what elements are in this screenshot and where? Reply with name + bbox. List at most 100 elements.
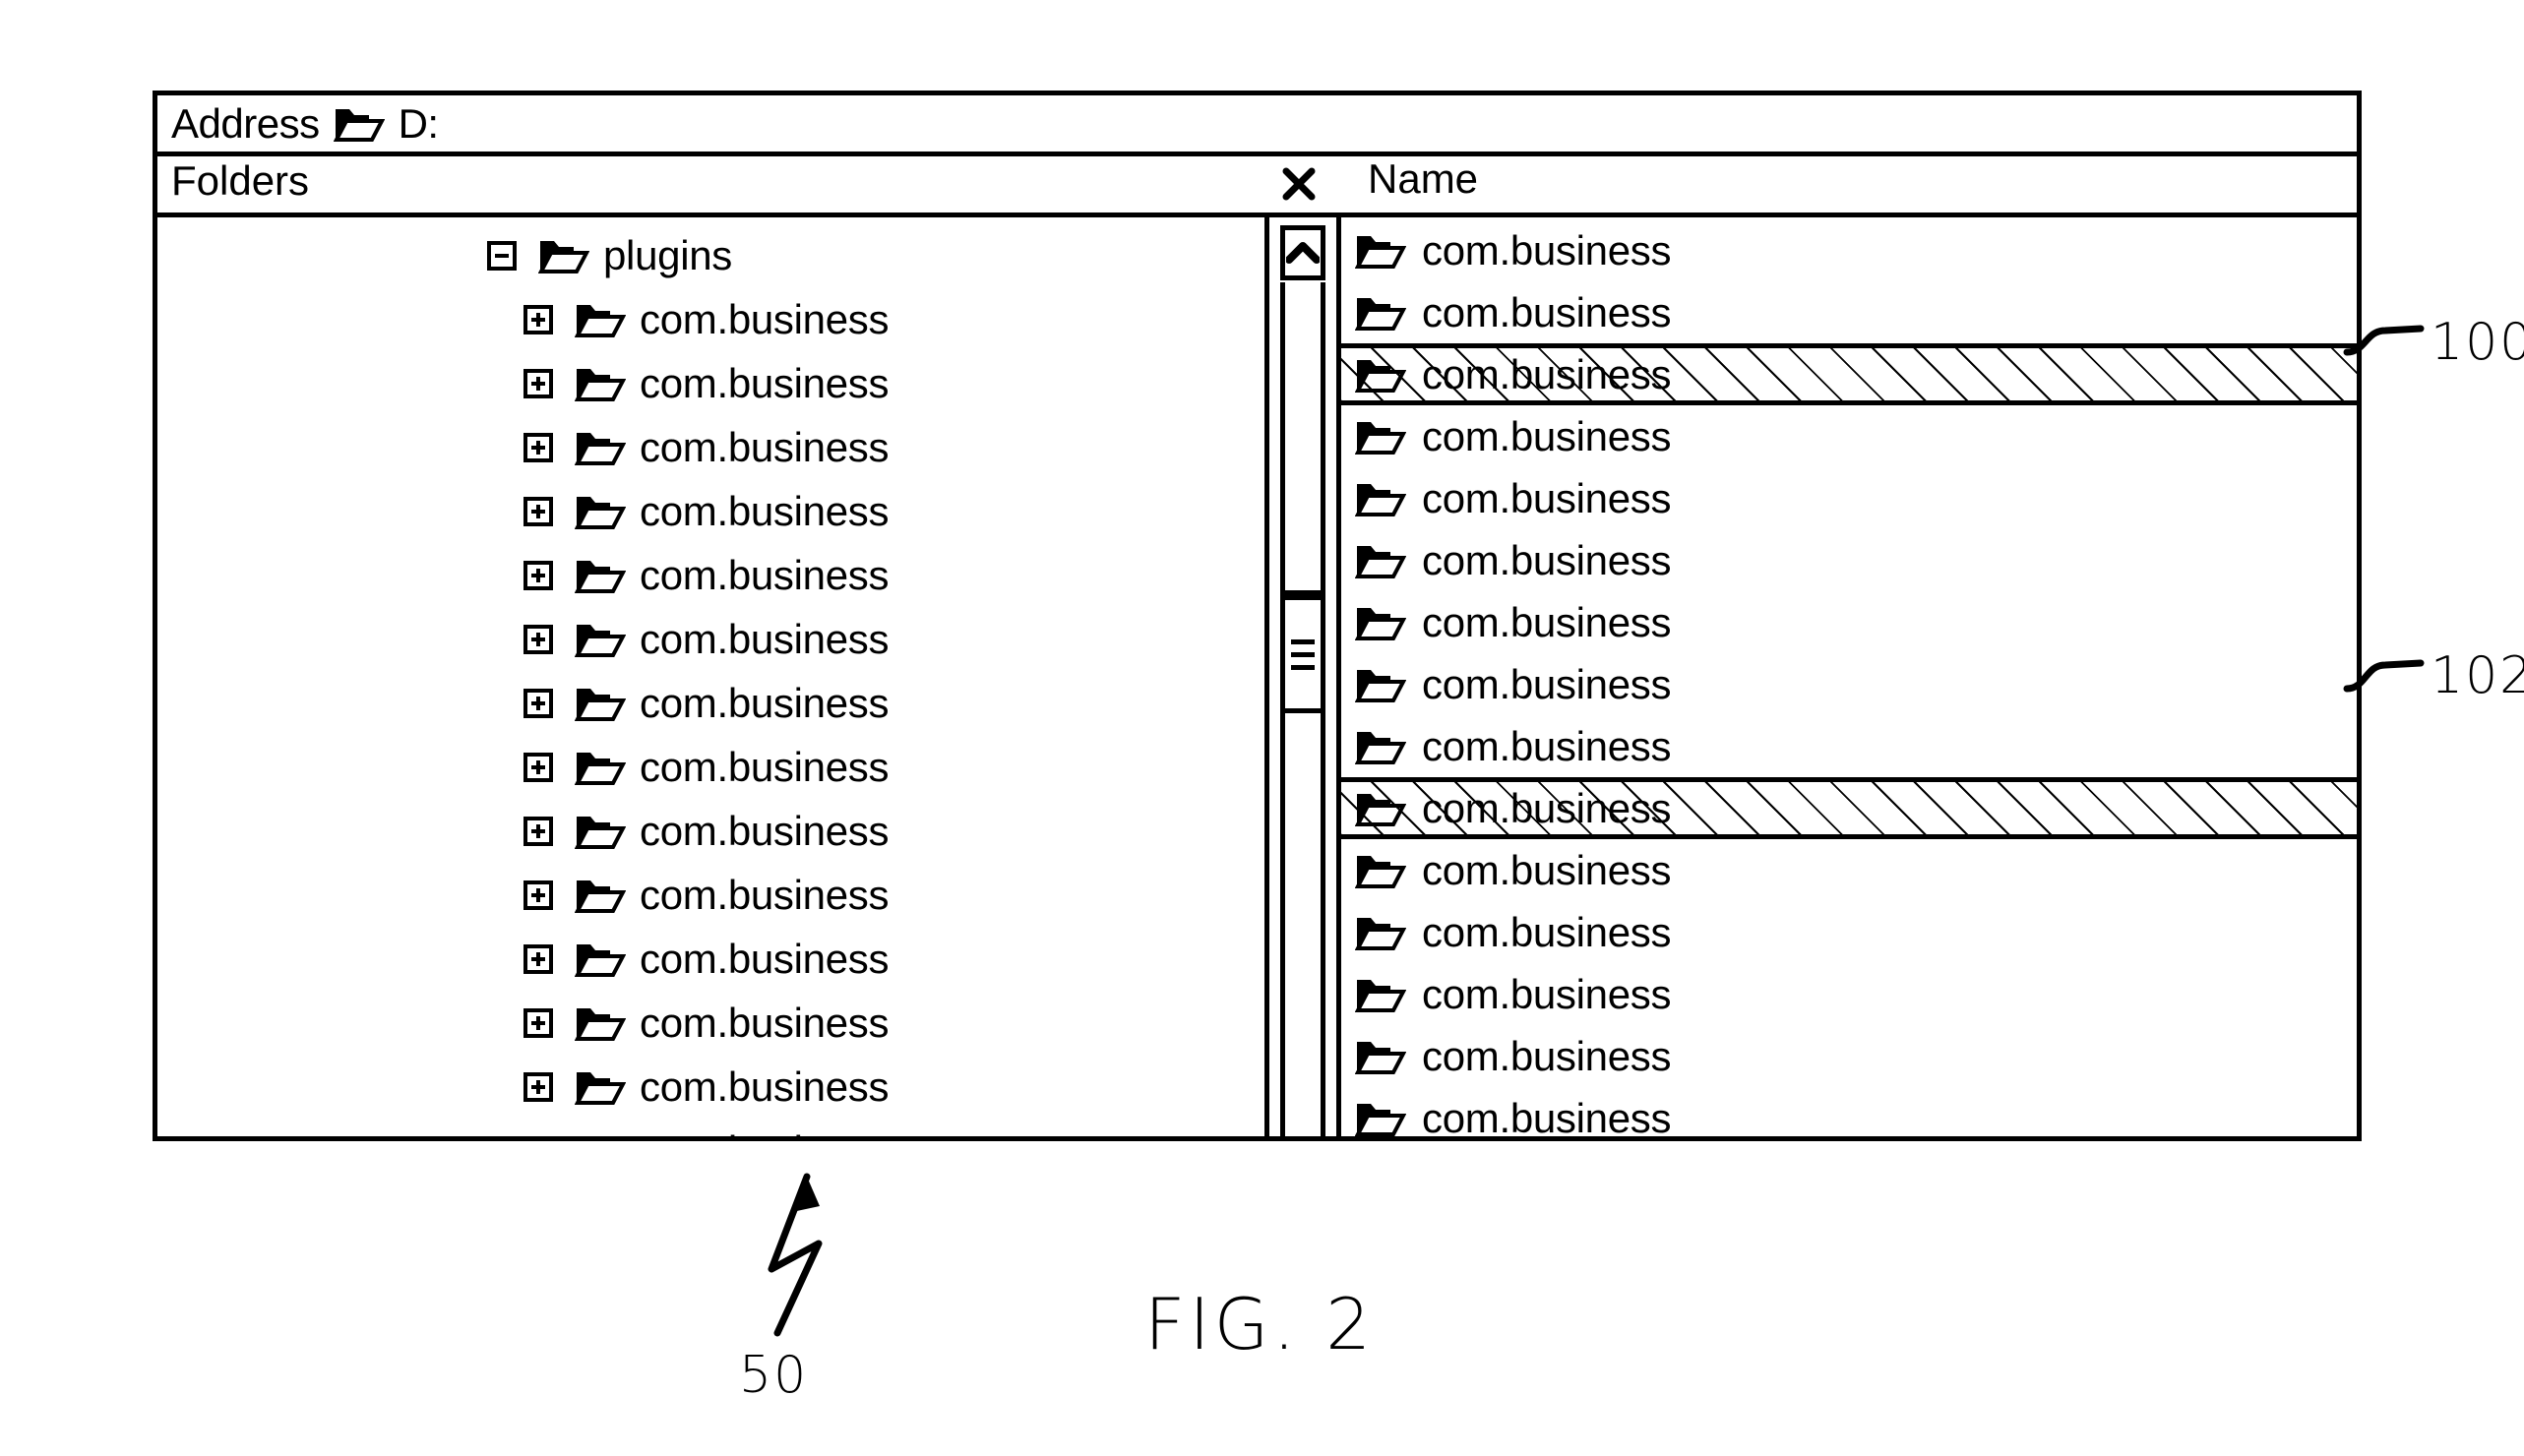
file-row-label: com.business: [1422, 474, 1672, 521]
file-row[interactable]: com.business: [1341, 405, 2357, 467]
tree-children-container: com.business com.business com.business com.…: [157, 287, 1264, 1136]
file-row-label: com.business: [1422, 1032, 1672, 1079]
tree-item-plugins[interactable]: plugins: [157, 223, 1264, 287]
tree-item[interactable]: com.business: [157, 543, 1264, 607]
open-folder-icon: [1355, 480, 1406, 517]
open-folder-icon: [575, 749, 626, 786]
expander-minus-icon[interactable]: [487, 240, 517, 271]
file-row[interactable]: com.business: [1341, 281, 2357, 343]
open-folder-icon: [1355, 666, 1406, 703]
tree-item[interactable]: com.business: [157, 287, 1264, 351]
open-folder-icon: [1355, 604, 1406, 641]
tree-item-label: com.business: [640, 551, 890, 598]
file-row-label: com.business: [1422, 412, 1672, 459]
tree-item-label: plugins: [603, 231, 732, 278]
file-row[interactable]: com.business: [1341, 219, 2357, 281]
tree-item[interactable]: com.business: [157, 1055, 1264, 1119]
tree-item[interactable]: com.business: [157, 799, 1264, 863]
file-row-label: com.business: [1422, 598, 1672, 645]
file-row-label: com.business: [1422, 970, 1672, 1017]
expander-plus-icon[interactable]: [523, 816, 553, 846]
open-folder-icon: [575, 429, 626, 466]
tree-item[interactable]: com.business: [157, 479, 1264, 543]
expander-plus-icon[interactable]: [523, 624, 553, 654]
folders-pane-title: Folders: [171, 157, 310, 204]
tree-item[interactable]: com.business: [157, 863, 1264, 927]
open-folder-icon: [575, 685, 626, 722]
files-list: com.business com.business com.business com.…: [1341, 219, 2357, 1136]
tree-item[interactable]: com.business: [157, 927, 1264, 991]
tree-item[interactable]: com.business: [157, 735, 1264, 799]
folders-tree-pane[interactable]: plugins com.business com.business com.busi…: [157, 217, 1269, 1136]
tree-item[interactable]: com.business: [157, 607, 1264, 671]
open-folder-icon: [575, 493, 626, 530]
expander-plus-icon[interactable]: [523, 880, 553, 910]
file-row-label: com.business: [1422, 1094, 1672, 1136]
file-row[interactable]: com.business: [1341, 529, 2357, 591]
chevron-up-icon[interactable]: [1280, 225, 1325, 280]
file-row[interactable]: com.business: [1341, 653, 2357, 715]
tree-item[interactable]: com.business: [157, 1119, 1264, 1136]
open-folder-icon: [575, 813, 626, 850]
open-folder-icon: [575, 1068, 626, 1106]
expander-plus-icon[interactable]: [523, 496, 553, 526]
panes-body: plugins com.business com.business com.busi…: [157, 217, 2357, 1136]
scrollbar-thumb[interactable]: [1280, 282, 1325, 595]
tree-item[interactable]: com.business: [157, 415, 1264, 479]
grip-lines-icon[interactable]: [1280, 595, 1325, 713]
file-row[interactable]: com.business: [1341, 715, 2357, 777]
open-folder-icon: [1355, 418, 1406, 455]
callout-number-102: 102: [2431, 646, 2524, 705]
open-folder-icon: [575, 1004, 626, 1042]
callout-number-100: 100: [2431, 313, 2524, 372]
open-folder-icon: [1355, 232, 1406, 270]
open-folder-icon: [333, 105, 385, 143]
tree-item[interactable]: com.business: [157, 991, 1264, 1055]
expander-plus-icon[interactable]: [523, 1007, 553, 1038]
tree-item-label: com.business: [640, 423, 890, 470]
tree-item[interactable]: com.business: [157, 351, 1264, 415]
expander-plus-icon[interactable]: [523, 432, 553, 462]
expander-plus-icon[interactable]: [523, 1135, 553, 1136]
file-row[interactable]: com.business: [1341, 963, 2357, 1025]
open-folder-icon: [1355, 1100, 1406, 1137]
tree-item-label: com.business: [640, 871, 890, 918]
tree-vertical-scrollbar[interactable]: [1274, 217, 1331, 1136]
address-path-value[interactable]: D:: [399, 102, 440, 145]
file-row[interactable]: com.business: [1341, 467, 2357, 529]
expander-plus-icon[interactable]: [523, 560, 553, 590]
open-folder-icon: [575, 877, 626, 914]
file-row-label: com.business: [1422, 288, 1672, 335]
expander-plus-icon[interactable]: [523, 752, 553, 782]
file-row[interactable]: com.business: [1341, 1087, 2357, 1136]
tree-item[interactable]: com.business: [157, 671, 1264, 735]
address-bar-label: Address: [171, 99, 320, 147]
open-folder-icon: [1355, 728, 1406, 765]
address-bar[interactable]: Address D:: [157, 95, 2357, 156]
open-folder-icon: [1355, 1038, 1406, 1075]
close-x-icon[interactable]: [1277, 162, 1321, 206]
files-list-pane[interactable]: com.business com.business com.business com.…: [1336, 217, 2357, 1136]
open-folder-icon: [1355, 914, 1406, 951]
tree-item-label: com.business: [640, 743, 890, 790]
expander-plus-icon[interactable]: [523, 368, 553, 398]
file-row[interactable]: com.business: [1341, 591, 2357, 653]
scrollbar-track-lower[interactable]: [1280, 713, 1325, 1136]
expander-plus-icon[interactable]: [523, 1071, 553, 1102]
file-row[interactable]: com.business: [1341, 901, 2357, 963]
file-row-selected[interactable]: com.business: [1341, 343, 2357, 405]
open-folder-icon: [1355, 852, 1406, 889]
tree-item-label: com.business: [640, 359, 890, 406]
name-column-header[interactable]: Name: [1368, 158, 1478, 200]
expander-plus-icon[interactable]: [523, 943, 553, 974]
file-row-selected[interactable]: com.business: [1341, 777, 2357, 839]
open-folder-icon: [1355, 542, 1406, 579]
open-folder-icon: [575, 301, 626, 338]
expander-plus-icon[interactable]: [523, 688, 553, 718]
expander-plus-icon[interactable]: [523, 304, 553, 334]
file-row-label: com.business: [1422, 722, 1672, 769]
file-row[interactable]: com.business: [1341, 1025, 2357, 1087]
open-folder-icon: [1355, 356, 1406, 394]
tree-item-label: com.business: [640, 679, 890, 726]
file-row[interactable]: com.business: [1341, 839, 2357, 901]
